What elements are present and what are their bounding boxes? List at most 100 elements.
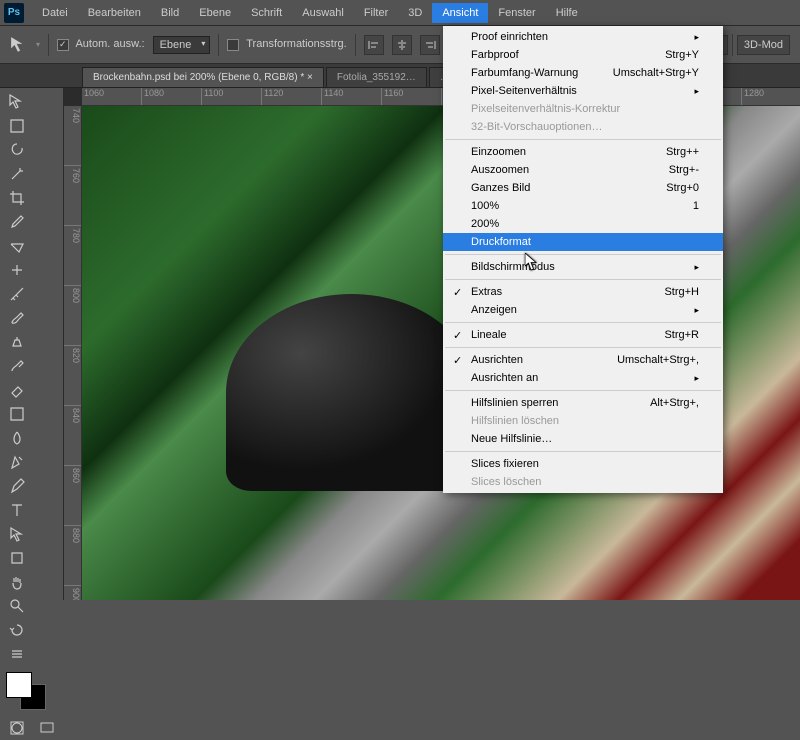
menu-separator bbox=[445, 139, 721, 140]
menu-item-label: Slices fixieren bbox=[471, 458, 539, 470]
foreground-color-swatch[interactable] bbox=[6, 672, 32, 698]
tool-measure[interactable] bbox=[2, 282, 32, 306]
tool-blur[interactable] bbox=[2, 426, 32, 450]
menu-item-druckformat[interactable]: Druckformat bbox=[443, 233, 723, 251]
tool-lasso[interactable] bbox=[2, 138, 32, 162]
menu-hilfe[interactable]: Hilfe bbox=[546, 3, 588, 23]
ruler-vertical[interactable]: 740760780800820840860880900920940960 bbox=[64, 106, 82, 600]
tool-preset-dropdown-icon[interactable]: ▾ bbox=[36, 40, 40, 49]
menu-item-bildschirmmodus[interactable]: Bildschirmmodus bbox=[443, 258, 723, 276]
menu-bearbeiten[interactable]: Bearbeiten bbox=[78, 3, 151, 23]
menu-item-label: Slices löschen bbox=[471, 476, 541, 488]
menu-item-extras[interactable]: ✓ExtrasStrg+H bbox=[443, 283, 723, 301]
tool-marquee[interactable] bbox=[2, 114, 32, 138]
transform-controls-checkbox[interactable]: Transformationsstrg. bbox=[227, 38, 346, 50]
menu-item-hilfslinien-l-schen: Hilfslinien löschen bbox=[443, 412, 723, 430]
divider bbox=[218, 34, 219, 56]
tool-path-select[interactable] bbox=[2, 522, 32, 546]
menu-item-shortcut: Alt+Strg+, bbox=[650, 397, 699, 409]
menu-separator bbox=[445, 254, 721, 255]
submenu-arrow-icon bbox=[694, 372, 699, 384]
color-swatches[interactable] bbox=[4, 670, 61, 710]
menu-item-einzoomen[interactable]: EinzoomenStrg++ bbox=[443, 143, 723, 161]
menu-item-shortcut: Strg+R bbox=[664, 329, 699, 341]
screen-mode-button[interactable] bbox=[32, 716, 62, 740]
menu-schrift[interactable]: Schrift bbox=[241, 3, 292, 23]
checkbox-icon bbox=[227, 39, 239, 51]
menu-item-label: Farbumfang-Warnung bbox=[471, 67, 578, 79]
menu-item-lineale[interactable]: ✓LinealeStrg+R bbox=[443, 326, 723, 344]
tool-history-brush[interactable] bbox=[2, 354, 32, 378]
menu-item-ganzes-bild[interactable]: Ganzes BildStrg+0 bbox=[443, 179, 723, 197]
menu-item-slices-fixieren[interactable]: Slices fixieren bbox=[443, 455, 723, 473]
menu-filter[interactable]: Filter bbox=[354, 3, 398, 23]
menu-item-ausrichten[interactable]: ✓AusrichtenUmschalt+Strg+, bbox=[443, 351, 723, 369]
document-tab[interactable]: Brockenbahn.psd bei 200% (Ebene 0, RGB/8… bbox=[82, 67, 324, 87]
menu-item-label: Proof einrichten bbox=[471, 31, 548, 43]
tool-slice[interactable] bbox=[2, 234, 32, 258]
document-tab[interactable]: Fotolia_355192… bbox=[326, 67, 427, 87]
tool-pen[interactable] bbox=[2, 474, 32, 498]
menu-ebene[interactable]: Ebene bbox=[189, 3, 241, 23]
quick-mask-button[interactable] bbox=[2, 716, 32, 740]
ruler-tick: 760 bbox=[64, 166, 81, 226]
tool-gradient[interactable] bbox=[2, 402, 32, 426]
tool-zoom[interactable] bbox=[2, 594, 32, 618]
menu-item-200-[interactable]: 200% bbox=[443, 215, 723, 233]
select-scope-dropdown[interactable]: Ebene bbox=[153, 36, 211, 54]
menu-item-100-[interactable]: 100%1 bbox=[443, 197, 723, 215]
tool-hand[interactable] bbox=[2, 570, 32, 594]
tool-brush[interactable] bbox=[2, 306, 32, 330]
menu-item-label: Ganzes Bild bbox=[471, 182, 530, 194]
menu-item-label: Auszoomen bbox=[471, 164, 529, 176]
menu-item-label: Hilfslinien löschen bbox=[471, 415, 559, 427]
tool-crop[interactable] bbox=[2, 186, 32, 210]
ruler-tick: 1100 bbox=[202, 88, 262, 105]
ruler-tick: 1280 bbox=[742, 88, 800, 105]
3d-mode-button[interactable]: 3D-Mod bbox=[737, 35, 790, 55]
menu-item-farbproof[interactable]: FarbproofStrg+Y bbox=[443, 46, 723, 64]
tool-move[interactable] bbox=[2, 90, 32, 114]
tool-healing-brush[interactable] bbox=[2, 258, 32, 282]
menu-bild[interactable]: Bild bbox=[151, 3, 189, 23]
menu-item-pixel-seitenverh-ltnis[interactable]: Pixel-Seitenverhältnis bbox=[443, 82, 723, 100]
menu-item-label: Lineale bbox=[471, 329, 506, 341]
menu-item-ausrichten-an[interactable]: Ausrichten an bbox=[443, 369, 723, 387]
menu-fenster[interactable]: Fenster bbox=[488, 3, 545, 23]
menu-3d[interactable]: 3D bbox=[398, 3, 432, 23]
ruler-tick: 880 bbox=[64, 526, 81, 586]
tool-eyedropper[interactable] bbox=[2, 210, 32, 234]
ruler-tick: 780 bbox=[64, 226, 81, 286]
menu-item-label: Farbproof bbox=[471, 49, 519, 61]
menu-auswahl[interactable]: Auswahl bbox=[292, 3, 354, 23]
ruler-tick: 1160 bbox=[382, 88, 442, 105]
tool-type[interactable] bbox=[2, 498, 32, 522]
tool-eraser[interactable] bbox=[2, 378, 32, 402]
menu-item-hilfslinien-sperren[interactable]: Hilfslinien sperrenAlt+Strg+, bbox=[443, 394, 723, 412]
align-left-button[interactable] bbox=[364, 35, 384, 55]
tool-rectangle[interactable] bbox=[2, 546, 32, 570]
menu-item-32-bit-vorschauoptionen-: 32-Bit-Vorschauoptionen… bbox=[443, 118, 723, 136]
tool-clone-stamp[interactable] bbox=[2, 330, 32, 354]
menu-separator bbox=[445, 390, 721, 391]
divider bbox=[355, 34, 356, 56]
menu-item-neue-hilfslinie-[interactable]: Neue Hilfslinie… bbox=[443, 430, 723, 448]
menu-item-label: Ausrichten bbox=[471, 354, 523, 366]
check-icon: ✓ bbox=[453, 286, 462, 299]
menu-item-farbumfang-warnung[interactable]: Farbumfang-WarnungUmschalt+Strg+Y bbox=[443, 64, 723, 82]
menu-item-proof-einrichten[interactable]: Proof einrichten bbox=[443, 28, 723, 46]
tool-magic-wand[interactable] bbox=[2, 162, 32, 186]
tool-rotate-view[interactable] bbox=[2, 618, 32, 642]
menu-item-shortcut: Umschalt+Strg+, bbox=[617, 354, 699, 366]
submenu-arrow-icon bbox=[694, 31, 699, 43]
menu-datei[interactable]: Datei bbox=[32, 3, 78, 23]
align-right-button[interactable] bbox=[420, 35, 440, 55]
auto-select-checkbox[interactable]: Autom. ausw.: bbox=[57, 38, 145, 50]
align-center-h-button[interactable] bbox=[392, 35, 412, 55]
tool-dodge[interactable] bbox=[2, 450, 32, 474]
ruler-tick: 840 bbox=[64, 406, 81, 466]
tool-edit-toolbar[interactable] bbox=[2, 642, 32, 666]
menu-item-anzeigen[interactable]: Anzeigen bbox=[443, 301, 723, 319]
menu-item-auszoomen[interactable]: AuszoomenStrg+- bbox=[443, 161, 723, 179]
menu-ansicht[interactable]: Ansicht bbox=[432, 3, 488, 23]
